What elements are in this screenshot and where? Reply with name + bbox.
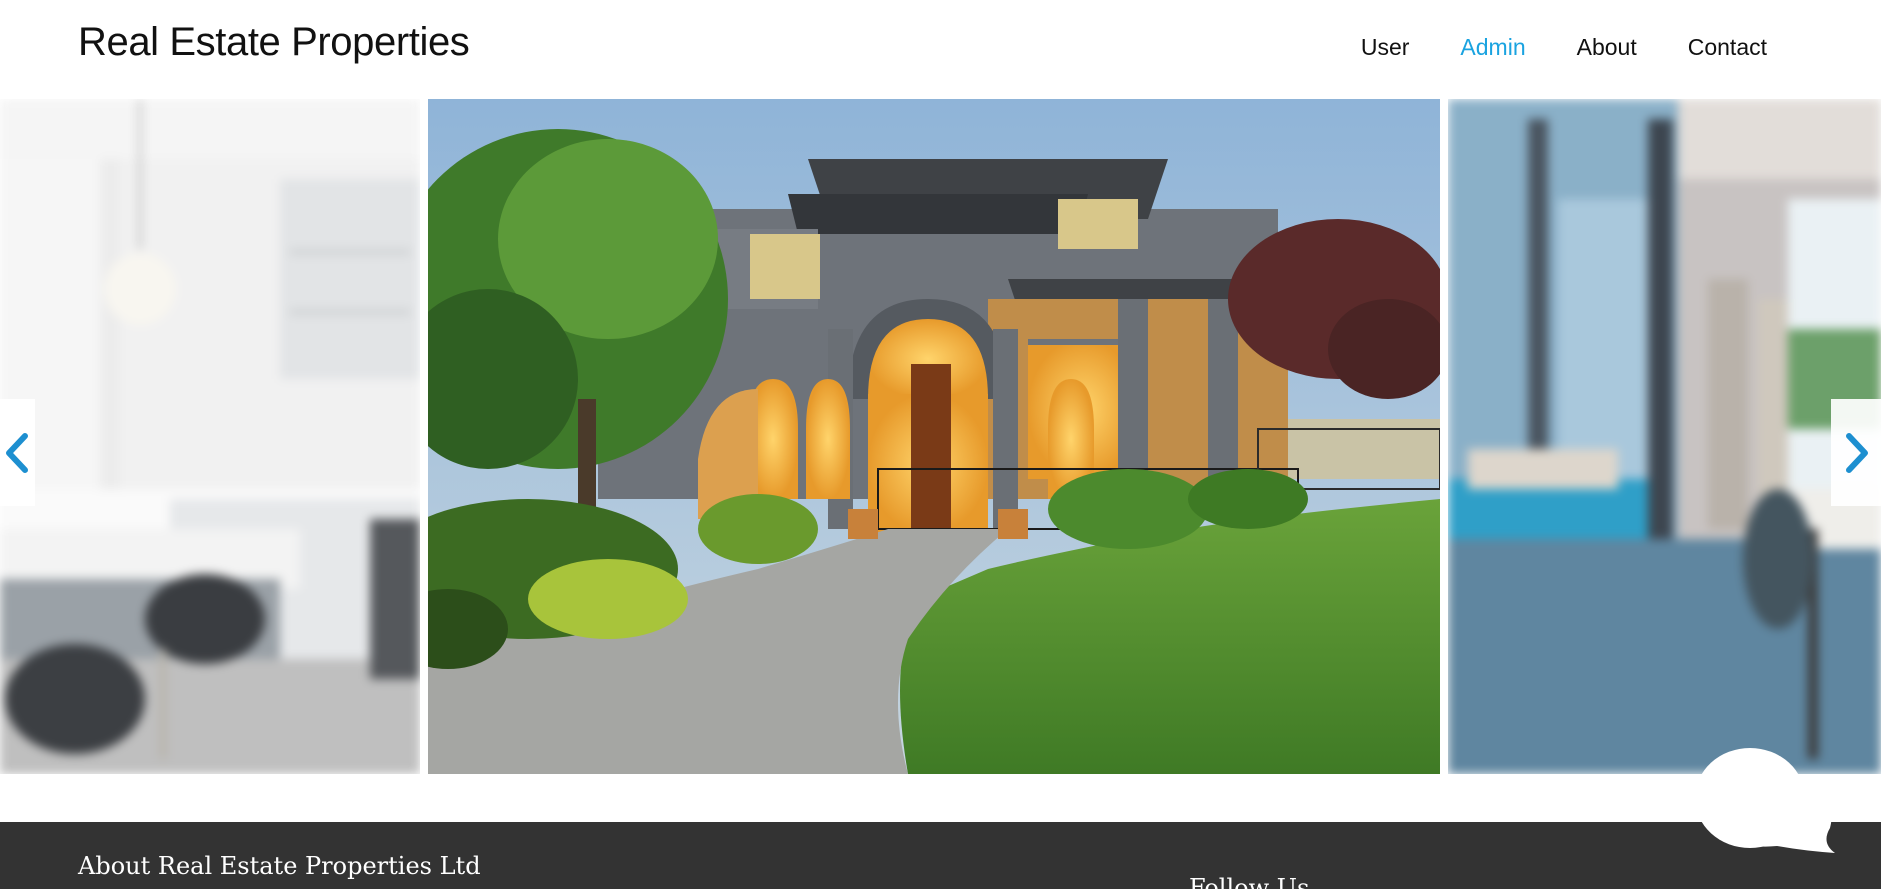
carousel-slide-active[interactable] [428,99,1440,774]
house-image [428,99,1440,774]
dining-room-image [1448,99,1881,774]
chevron-left-icon [5,432,28,473]
footer-follow-heading: Follow Us [1189,874,1310,889]
chat-button[interactable] [1695,743,1845,858]
chat-bubble-icon [1695,748,1835,853]
nav-contact[interactable]: Contact [1688,30,1767,64]
carousel-slide-next[interactable] [1448,99,1881,774]
carousel-prev-button[interactable] [0,399,35,506]
image-carousel [0,99,1881,774]
site-footer: About Real Estate Properties Ltd Follow … [0,822,1881,889]
nav-about[interactable]: About [1577,30,1637,64]
kitchen-image [0,99,420,774]
nav-user[interactable]: User [1361,30,1410,64]
site-header: Real Estate Properties User Admin About … [0,0,1881,99]
main-nav: User Admin About Contact [1310,30,1767,64]
brand-title[interactable]: Real Estate Properties [78,20,470,65]
chevron-right-icon [1846,432,1868,473]
carousel-slide-prev[interactable] [0,99,420,774]
carousel-next-button[interactable] [1831,399,1881,506]
nav-admin[interactable]: Admin [1460,30,1525,64]
footer-about-heading: About Real Estate Properties Ltd [78,852,481,880]
